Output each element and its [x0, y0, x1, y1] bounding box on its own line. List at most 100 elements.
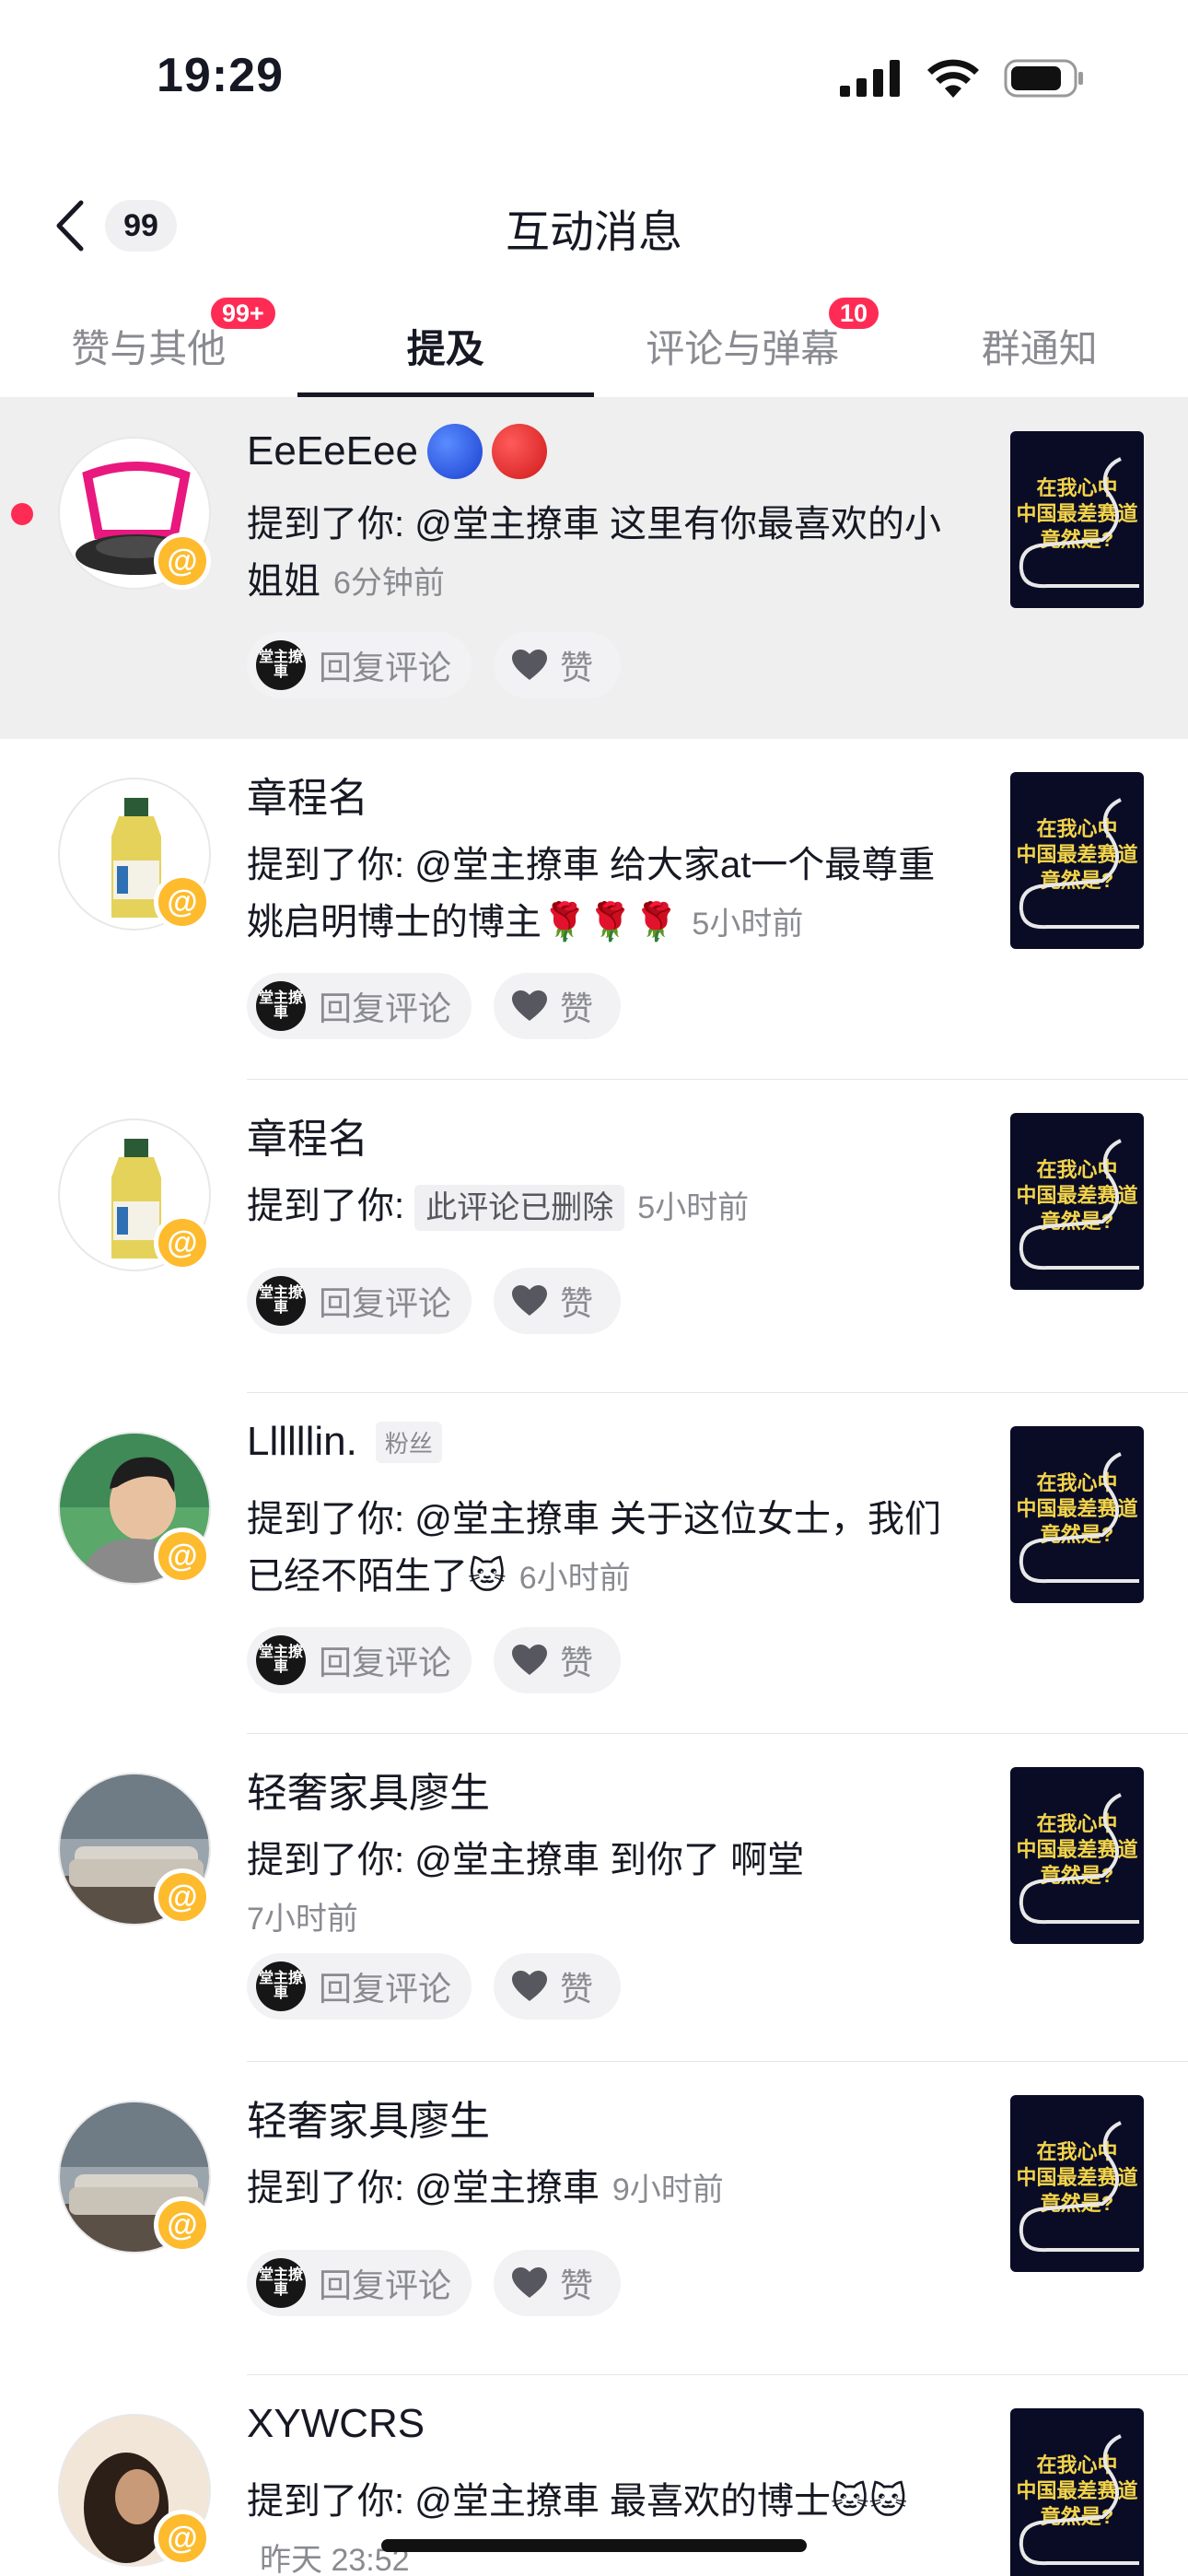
- mention-content[interactable]: 提到了你: @堂主撩車 最喜欢的博士🐱🐱昨天 23:52: [247, 2473, 947, 2576]
- account-logo: 堂主撩車: [256, 1961, 306, 2011]
- list-item[interactable]: @ Llllllin. 粉丝 提到了你: @堂主撩車 关于这位女士，我们已经不陌…: [0, 1393, 1188, 1734]
- track-outline-image: [1019, 1452, 1139, 1584]
- reply-comment-button[interactable]: 堂主撩車 回复评论: [247, 2250, 472, 2316]
- username[interactable]: Llllllin. 粉丝: [247, 1419, 442, 1465]
- video-thumbnail[interactable]: 在我心中 中国最差赛道 竟然是?: [1010, 1113, 1144, 1290]
- status-time: 19:29: [157, 49, 284, 102]
- unread-dot: [11, 503, 33, 525]
- at-mention-icon: @: [154, 2196, 211, 2254]
- account-logo: 堂主撩車: [256, 2258, 306, 2308]
- like-button[interactable]: 赞: [494, 973, 622, 1039]
- like-button[interactable]: 赞: [494, 1627, 622, 1693]
- mention-content[interactable]: 提到了你: @堂主撩車 关于这位女士，我们已经不陌生了🐱 6小时前: [247, 1491, 947, 1607]
- username[interactable]: 章程名: [247, 1106, 368, 1165]
- timestamp: 5小时前: [637, 1190, 750, 1225]
- list-item[interactable]: @ 轻奢家具廖生 提到了你: @堂主撩車 到你了 啊堂 7小时前 堂主撩車 回复评…: [0, 1734, 1188, 2062]
- heart-icon: [512, 2267, 548, 2298]
- list-item[interactable]: @ 轻奢家具廖生 提到了你: @堂主撩車 9小时前 堂主撩車 回复评论 赞 在我心…: [0, 2062, 1188, 2375]
- at-mention-icon: @: [154, 533, 211, 590]
- username[interactable]: 轻奢家具廖生: [247, 1760, 490, 1819]
- wifi-icon: [927, 59, 979, 98]
- tab-label: 群通知: [981, 327, 1098, 370]
- account-logo: 堂主撩車: [256, 640, 306, 690]
- track-outline-image: [1019, 798, 1139, 930]
- tab-likes-and-others[interactable]: 赞与其他 99+: [0, 295, 297, 397]
- heart-icon: [512, 1285, 548, 1316]
- like-button[interactable]: 赞: [494, 632, 622, 698]
- action-row: 堂主撩車 回复评论 赞: [247, 1953, 622, 2020]
- heart-icon: [512, 1645, 548, 1675]
- video-thumbnail[interactable]: 在我心中 中国最差赛道 竟然是?: [1010, 772, 1144, 949]
- nav-bar: 99 互动消息: [0, 175, 1188, 276]
- account-logo: 堂主撩車: [256, 1635, 306, 1685]
- like-button[interactable]: 赞: [494, 1268, 622, 1334]
- signal-icon: [840, 60, 900, 97]
- tab-badge: 10: [826, 295, 882, 332]
- timestamp: 6小时前: [518, 1561, 631, 1596]
- home-indicator[interactable]: [381, 2539, 807, 2552]
- video-thumbnail[interactable]: 在我心中 中国最差赛道 竟然是?: [1010, 2408, 1144, 2576]
- reply-comment-button[interactable]: 堂主撩車 回复评论: [247, 973, 472, 1039]
- video-thumbnail[interactable]: 在我心中 中国最差赛道 竟然是?: [1010, 431, 1144, 608]
- like-button[interactable]: 赞: [494, 2250, 622, 2316]
- page-title: 互动消息: [505, 208, 682, 257]
- track-outline-image: [1019, 1139, 1139, 1270]
- username[interactable]: 章程名: [247, 765, 368, 824]
- at-mention-icon: @: [154, 2510, 211, 2567]
- track-outline-image: [1019, 2434, 1139, 2566]
- tab-label: 赞与其他: [71, 327, 227, 370]
- username[interactable]: XYWCRS: [247, 2401, 425, 2447]
- mention-content[interactable]: 提到了你: @堂主撩車 这里有你最喜欢的小姐姐 6分钟前: [247, 496, 947, 612]
- action-row: 堂主撩車 回复评论 赞: [247, 632, 622, 698]
- video-thumbnail[interactable]: 在我心中 中国最差赛道 竟然是?: [1010, 1767, 1144, 1944]
- tab-label: 评论与弹幕: [646, 327, 840, 370]
- track-outline-image: [1019, 1793, 1139, 1925]
- blue-circle-icon: [426, 424, 483, 479]
- at-mention-icon: @: [154, 873, 211, 931]
- username[interactable]: 轻奢家具廖生: [247, 2088, 490, 2147]
- account-logo: 堂主撩車: [256, 981, 306, 1031]
- tab-label: 提及: [406, 327, 484, 370]
- tab-group-notifications[interactable]: 群通知: [891, 295, 1188, 397]
- tab-bar: 赞与其他 99+ 提及 评论与弹幕 10 群通知: [0, 295, 1188, 398]
- at-mention-icon: @: [154, 1214, 211, 1271]
- list-item[interactable]: @ 章程名 提到了你: @堂主撩車 给大家at一个最尊重姚启明博士的博主🌹🌹🌹 5…: [0, 739, 1188, 1080]
- action-row: 堂主撩車 回复评论 赞: [247, 973, 622, 1039]
- tab-mentions[interactable]: 提及: [297, 295, 595, 397]
- mention-content[interactable]: 提到了你: 此评论已删除 5小时前: [247, 1177, 947, 1236]
- status-icons: [840, 59, 1085, 98]
- timestamp: 5小时前: [692, 907, 804, 942]
- action-row: 堂主撩車 回复评论 赞: [247, 2250, 622, 2316]
- tab-badge: 99+: [208, 295, 278, 332]
- reply-comment-button[interactable]: 堂主撩車 回复评论: [247, 1627, 472, 1693]
- heart-icon: [512, 990, 548, 1021]
- tab-comments-and-danmaku[interactable]: 评论与弹幕 10: [594, 295, 891, 397]
- video-thumbnail[interactable]: 在我心中 中国最差赛道 竟然是?: [1010, 1426, 1144, 1603]
- mention-content[interactable]: 提到了你: @堂主撩車 到你了 啊堂 7小时前: [247, 1832, 947, 1948]
- username[interactable]: EeEeEee: [247, 424, 547, 479]
- list-item[interactable]: @ 章程名 提到了你: 此评论已删除 5小时前 堂主撩車 回复评论 赞 在我心中中…: [0, 1080, 1188, 1393]
- track-outline-image: [1019, 2121, 1139, 2253]
- red-circle-icon: [491, 424, 547, 479]
- mention-content[interactable]: 提到了你: @堂主撩車 给大家at一个最尊重姚启明博士的博主🌹🌹🌹 5小时前: [247, 837, 947, 953]
- track-outline-image: [1019, 457, 1139, 589]
- timestamp: 7小时前: [247, 1902, 358, 1937]
- mention-content[interactable]: 提到了你: @堂主撩車 9小时前: [247, 2160, 947, 2219]
- reply-comment-button[interactable]: 堂主撩車 回复评论: [247, 1268, 472, 1334]
- reply-comment-button[interactable]: 堂主撩車 回复评论: [247, 1953, 472, 2020]
- status-bar: 19:29: [0, 0, 1188, 157]
- heart-icon: [512, 1971, 548, 2001]
- video-thumbnail[interactable]: 在我心中 中国最差赛道 竟然是?: [1010, 2095, 1144, 2272]
- timestamp: 9小时前: [611, 2172, 724, 2207]
- at-mention-icon: @: [154, 1868, 211, 1926]
- reply-comment-button[interactable]: 堂主撩車 回复评论: [247, 632, 472, 698]
- at-mention-icon: @: [154, 1528, 211, 1585]
- fan-tag: 粉丝: [375, 1421, 442, 1463]
- deleted-comment-label: 此评论已删除: [414, 1185, 625, 1231]
- timestamp: 6分钟前: [333, 566, 445, 601]
- list-item[interactable]: @ EeEeEee 提到了你: @堂主撩車 这里有你最喜欢的小姐姐 6分钟前 堂主…: [0, 398, 1188, 739]
- like-button[interactable]: 赞: [494, 1953, 622, 2020]
- action-row: 堂主撩車 回复评论 赞: [247, 1268, 622, 1334]
- account-logo: 堂主撩車: [256, 1276, 306, 1326]
- heart-icon: [512, 650, 548, 680]
